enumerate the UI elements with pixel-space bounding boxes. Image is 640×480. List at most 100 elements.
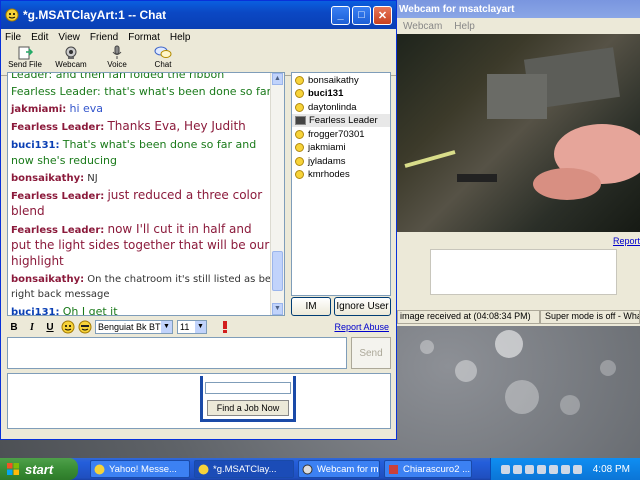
user-list-item[interactable]: daytonlinda	[292, 101, 390, 114]
voice-button[interactable]: Voice	[97, 45, 137, 75]
snowflake-blur	[495, 330, 523, 358]
underline-button[interactable]: U	[43, 322, 57, 333]
send-file-button[interactable]: Send File	[5, 45, 45, 75]
smile-icon	[295, 102, 304, 112]
format-toolbar: B I U Benguiat Bk BT ▼ 11 ▼ Report Abuse	[7, 319, 391, 335]
message: bonsaikathy: NJ	[11, 171, 273, 186]
ad-banner[interactable]: Find a Job Now	[7, 373, 391, 429]
user-name: kmrhodes	[308, 169, 350, 180]
message-nick: Fearless Leader:	[11, 225, 105, 236]
message: jakmiami: hi eva	[11, 101, 273, 117]
tray-network-icon[interactable]	[500, 464, 510, 474]
find-job-button[interactable]: Find a Job Now	[207, 400, 289, 416]
chat-button[interactable]: Chat	[143, 45, 183, 75]
tray-update-icon[interactable]	[572, 464, 582, 474]
scroll-up-arrow-icon[interactable]: ▲	[272, 73, 283, 85]
message-input[interactable]	[7, 337, 347, 369]
user-list-item[interactable]: frogger70301	[292, 128, 390, 141]
task-label: Webcam for m...	[317, 463, 380, 475]
chat-menubar: File Edit View Friend Format Help	[1, 29, 396, 45]
chat-titlebar[interactable]: *g.MSATClayArt:1 -- Chat _ □ ✕	[1, 1, 396, 29]
message-text: Oh I get it	[62, 305, 118, 316]
font-select[interactable]: Benguiat Bk BT ▼	[95, 320, 173, 334]
minimize-icon: _	[337, 9, 344, 21]
font-select-value: Benguiat Bk BT	[98, 322, 161, 332]
font-size-select[interactable]: 11 ▼	[177, 320, 207, 334]
chat-title: *g.MSATClayArt:1 -- Chat	[23, 8, 167, 22]
menu-help[interactable]: Help	[170, 32, 191, 43]
start-button[interactable]: start	[0, 458, 78, 480]
tray-security-icon[interactable]	[560, 464, 570, 474]
tray-volume-icon[interactable]	[536, 464, 546, 474]
menu-edit[interactable]: Edit	[31, 32, 48, 43]
maximize-button[interactable]: □	[352, 5, 371, 25]
webcam-titlebar[interactable]: Webcam for msatclayart	[397, 0, 640, 18]
message: bonsaikathy: On the chatroom it's still …	[11, 272, 273, 302]
user-list-item[interactable]: bonsaikathy	[292, 74, 390, 87]
job-search-field[interactable]	[205, 382, 291, 394]
smile-icon	[295, 143, 304, 152]
scroll-down-arrow-icon[interactable]: ▼	[272, 303, 283, 315]
taskbar: start Yahoo! Messe... *g.MSATClay... Web…	[0, 458, 640, 480]
menu-help[interactable]: Help	[454, 21, 475, 32]
taskbar-item-chiarascuro[interactable]: Chiarascuro2 ...	[384, 460, 472, 478]
transcript-scrollbar[interactable]: ▲ ▼	[270, 73, 284, 315]
user-name: frogger70301	[308, 128, 365, 140]
status-super-mode[interactable]: Super mode is off - What	[540, 310, 640, 324]
user-list-item[interactable]: kmrhodes	[292, 168, 390, 181]
message-nick: jakmiami:	[11, 104, 67, 115]
webcam-statusbar: image received at (04:08:34 PM) Super mo…	[397, 310, 640, 324]
user-name: daytonlinda	[308, 101, 357, 113]
webcam-title: Webcam for msatclayart	[399, 3, 515, 15]
menu-view[interactable]: View	[58, 32, 80, 43]
menu-webcam[interactable]: Webcam	[403, 21, 442, 32]
user-list-item[interactable]: buci131	[292, 87, 390, 100]
menu-file[interactable]: File	[5, 32, 21, 43]
close-icon: ✕	[377, 9, 388, 22]
message: buci131: Oh I get it	[11, 304, 273, 316]
message: buci131: That's what's been done so far …	[11, 137, 273, 169]
tray-antivirus-icon[interactable]	[512, 464, 522, 474]
close-button[interactable]: ✕	[373, 5, 392, 25]
image-viewer-icon	[389, 464, 398, 474]
status-image-received: image received at (04:08:34 PM)	[397, 310, 540, 324]
user-list-item[interactable]: jyladams	[292, 155, 390, 168]
webcam-button[interactable]: Webcam	[51, 45, 91, 75]
taskbar-item-webcam[interactable]: Webcam for m...	[298, 460, 380, 478]
buzz-alert-icon[interactable]	[219, 320, 231, 334]
job-search-ad: Find a Job Now	[200, 376, 296, 422]
user-list-item[interactable]: Fearless Leader	[292, 114, 390, 127]
microphone-icon	[112, 45, 122, 59]
yahoo-smiley-icon	[198, 464, 209, 474]
ignore-user-button[interactable]: Ignore User	[334, 297, 391, 316]
im-button[interactable]: IM	[291, 297, 331, 316]
webcam-video	[397, 34, 640, 232]
maximize-icon: □	[358, 9, 365, 21]
voice-label: Voice	[107, 60, 127, 69]
scrollbar-thumb[interactable]	[272, 251, 283, 291]
italic-button[interactable]: I	[25, 322, 39, 333]
message-nick: bonsaikathy:	[11, 274, 85, 285]
bold-button[interactable]: B	[7, 322, 21, 333]
user-list-item[interactable]: jakmiami	[292, 141, 390, 154]
webcam-frame-image	[404, 47, 640, 200]
menu-format[interactable]: Format	[128, 32, 160, 43]
webcam-report-link[interactable]: Report	[613, 236, 640, 246]
tray-messenger-icon[interactable]	[524, 464, 534, 474]
message-nick: buci131:	[11, 307, 60, 316]
emoticon-icon[interactable]	[61, 320, 75, 334]
report-abuse-link[interactable]: Report Abuse	[334, 322, 389, 332]
minimize-button[interactable]: _	[331, 5, 350, 25]
send-button[interactable]: Send	[351, 337, 391, 369]
taskbar-item-yahoo-messenger[interactable]: Yahoo! Messe...	[90, 460, 190, 478]
tray-display-icon[interactable]	[548, 464, 558, 474]
user-name: jyladams	[308, 155, 346, 167]
menu-friend[interactable]: Friend	[90, 32, 118, 43]
taskbar-item-chat[interactable]: *g.MSATClay...	[194, 460, 294, 478]
clock[interactable]: 4:08 PM	[593, 464, 630, 475]
webcam-icon	[65, 46, 77, 59]
chat-transcript[interactable]: Leader: and then fan folded the ribbon F…	[7, 72, 285, 316]
smile-icon	[295, 75, 304, 85]
audible-icon[interactable]	[78, 320, 92, 334]
chevron-down-icon: ▼	[195, 321, 206, 333]
